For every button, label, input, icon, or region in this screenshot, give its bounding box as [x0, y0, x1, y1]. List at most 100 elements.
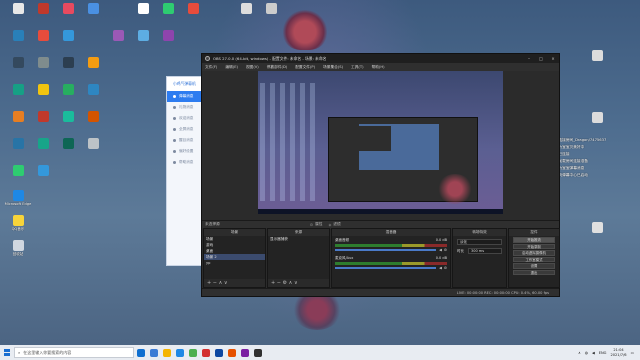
- desktop-icon[interactable]: QQ音乐: [5, 215, 31, 239]
- desktop-icon[interactable]: [155, 3, 181, 27]
- add-icon[interactable]: +: [207, 280, 211, 286]
- desktop-icon[interactable]: [5, 111, 31, 135]
- search-box[interactable]: ⌕ 在这里输入你要搜索的内容: [14, 347, 134, 358]
- desktop-icon[interactable]: [80, 138, 106, 162]
- maximize-icon[interactable]: □: [535, 54, 547, 63]
- taskbar-app[interactable]: [134, 345, 147, 360]
- desktop-icon[interactable]: [55, 111, 81, 135]
- volume-row: ◀ ⚙: [335, 248, 447, 252]
- scene-item[interactable]: yp: [204, 260, 265, 266]
- network-icon[interactable]: ◍: [585, 351, 588, 355]
- taskbar-app[interactable]: [186, 345, 199, 360]
- gear-icon[interactable]: ⚙: [444, 248, 447, 252]
- control-button[interactable]: 开始录制: [513, 243, 555, 249]
- desktop-icon[interactable]: [155, 30, 181, 54]
- desktop-icon[interactable]: Microsoft Edge: [5, 190, 31, 214]
- menu-item[interactable]: 工具(T): [351, 65, 364, 70]
- desktop-icon[interactable]: [30, 111, 56, 135]
- control-button[interactable]: 启动虚拟摄像机: [513, 250, 555, 256]
- down-icon[interactable]: ∨: [294, 280, 298, 286]
- desktop-icon[interactable]: [5, 138, 31, 162]
- desktop-icon[interactable]: [5, 165, 31, 189]
- obs-preview[interactable]: [258, 71, 503, 214]
- desktop-icon[interactable]: [30, 165, 56, 189]
- taskbar-app[interactable]: [238, 345, 251, 360]
- control-button[interactable]: 开始推流: [513, 237, 555, 243]
- desktop-icon[interactable]: [30, 30, 56, 54]
- desktop-icon[interactable]: [584, 222, 610, 246]
- desktop-icon[interactable]: [80, 57, 106, 81]
- notification-icon[interactable]: ▭: [631, 351, 634, 355]
- desktop-icon[interactable]: [180, 3, 206, 27]
- add-icon[interactable]: +: [271, 280, 275, 286]
- properties-button[interactable]: 属性: [315, 222, 322, 227]
- desktop-icon[interactable]: [55, 30, 81, 54]
- filters-button[interactable]: 滤镜: [333, 222, 340, 227]
- desktop-icon[interactable]: [30, 84, 56, 108]
- desktop-icon[interactable]: [584, 112, 610, 136]
- menu-item[interactable]: 编辑(E): [225, 65, 238, 70]
- up-icon[interactable]: ∧: [289, 280, 293, 286]
- taskbar-app[interactable]: [251, 345, 264, 360]
- menu-item[interactable]: 帮助(H): [372, 65, 385, 70]
- desktop-icon[interactable]: [80, 111, 106, 135]
- desktop-icon[interactable]: [130, 3, 156, 27]
- clock[interactable]: 21:04 2021/7/6: [610, 348, 626, 357]
- remove-icon[interactable]: −: [213, 280, 217, 286]
- minimize-icon[interactable]: –: [523, 54, 535, 63]
- desktop-icon[interactable]: [258, 3, 284, 27]
- transition-select[interactable]: 淡化: [457, 239, 502, 245]
- desktop-icon[interactable]: [584, 50, 610, 74]
- control-button[interactable]: 设置: [513, 263, 555, 269]
- desktop-icon[interactable]: [30, 3, 56, 27]
- desktop-icon[interactable]: [55, 84, 81, 108]
- desktop-icon[interactable]: [105, 30, 131, 54]
- desktop-icon[interactable]: [30, 138, 56, 162]
- desktop-icon[interactable]: 回收站: [5, 240, 31, 264]
- close-icon[interactable]: ×: [547, 54, 559, 63]
- desktop-icon[interactable]: [5, 30, 31, 54]
- gear-icon[interactable]: ⚙: [444, 266, 447, 270]
- taskbar-app[interactable]: [212, 345, 225, 360]
- menu-item[interactable]: 视图(V): [246, 65, 259, 70]
- desktop-icon[interactable]: [55, 138, 81, 162]
- taskbar-app[interactable]: [160, 345, 173, 360]
- desktop-icon[interactable]: [55, 57, 81, 81]
- start-button[interactable]: [0, 345, 14, 360]
- desktop-icon[interactable]: [130, 30, 156, 54]
- menu-item[interactable]: 停靠部件(D): [267, 65, 287, 70]
- obs-window[interactable]: OBS 27.0.0 (64-bit, windows) - 配置文件: 未命名…: [201, 53, 560, 297]
- source-item[interactable]: 显示器捕获: [268, 236, 329, 242]
- control-button[interactable]: 工作室模式: [513, 256, 555, 262]
- menu-item[interactable]: 场景集合(S): [323, 65, 343, 70]
- duration-input[interactable]: 300 ms: [468, 248, 502, 254]
- ime-indicator[interactable]: ENG: [599, 351, 607, 355]
- desktop-icon[interactable]: [5, 57, 31, 81]
- menu-item[interactable]: 文件(F): [205, 65, 217, 70]
- volume-slider[interactable]: [335, 249, 437, 251]
- speaker-icon[interactable]: ◀: [439, 248, 442, 252]
- down-icon[interactable]: ∨: [224, 280, 228, 286]
- speaker-icon[interactable]: ◀: [439, 266, 442, 270]
- chevron-up-icon[interactable]: ∧: [578, 351, 581, 355]
- remove-icon[interactable]: −: [277, 280, 281, 286]
- taskbar-app[interactable]: [199, 345, 212, 360]
- taskbar-app[interactable]: [147, 345, 160, 360]
- desktop-icon[interactable]: [5, 3, 31, 27]
- menu-item[interactable]: 配置文件(P): [295, 65, 315, 70]
- volume-slider[interactable]: [335, 267, 437, 269]
- control-button[interactable]: 退出: [513, 269, 555, 275]
- desktop-icon[interactable]: [80, 84, 106, 108]
- taskbar-app[interactable]: [173, 345, 186, 360]
- taskbar-app[interactable]: [225, 345, 238, 360]
- desktop-icon[interactable]: [233, 3, 259, 27]
- up-icon[interactable]: ∧: [219, 280, 223, 286]
- gear-icon[interactable]: ⚙: [283, 280, 287, 286]
- desktop-icon[interactable]: [80, 3, 106, 27]
- desktop-icon[interactable]: [5, 84, 31, 108]
- desktop-icon[interactable]: [30, 57, 56, 81]
- desktop-icon[interactable]: [55, 3, 81, 27]
- gear-icon[interactable]: ⚙: [310, 223, 313, 227]
- filter-icon[interactable]: ◈: [328, 223, 331, 227]
- volume-icon[interactable]: ◀: [592, 351, 595, 355]
